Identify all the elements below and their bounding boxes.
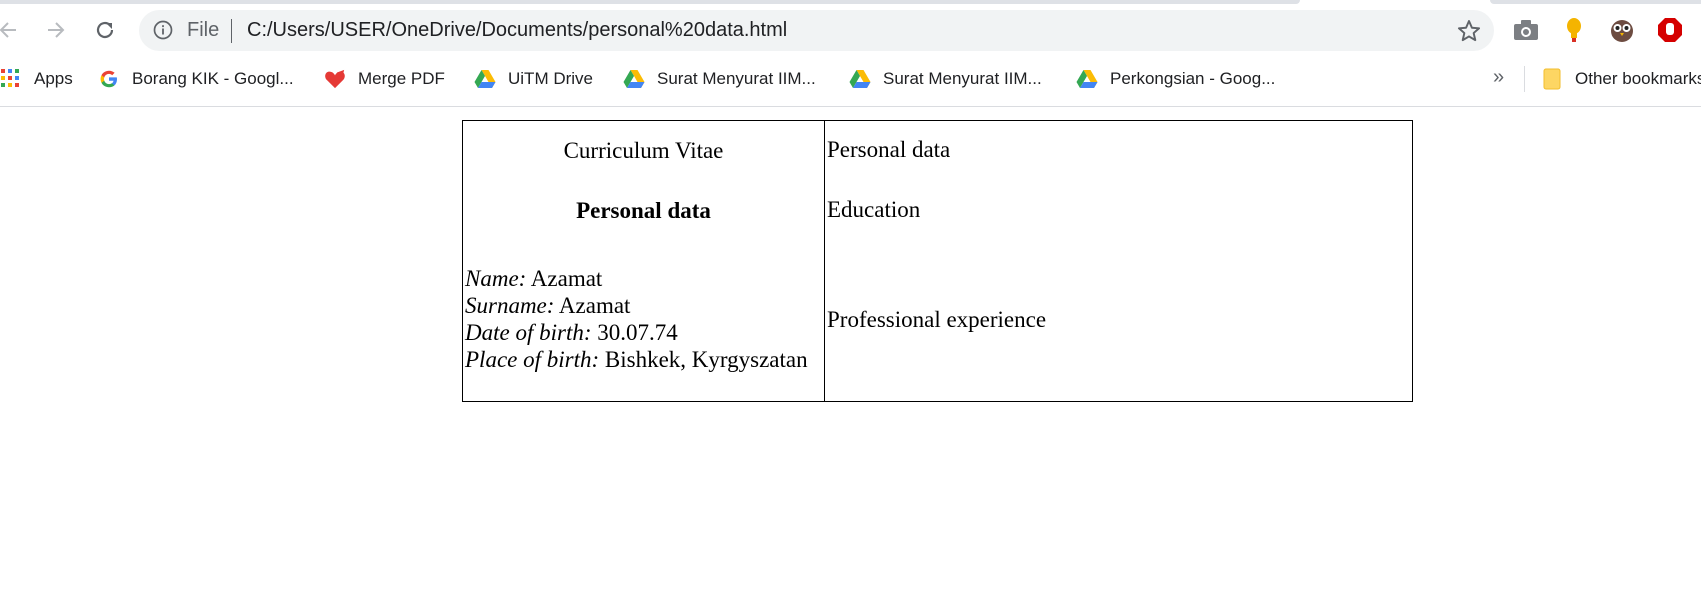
- reload-button[interactable]: [89, 14, 121, 46]
- bookmark-label: Borang KIK - Googl...: [132, 69, 294, 88]
- bookmark-surat-menyurat-2[interactable]: Surat Menyurat IIM...: [849, 64, 1042, 94]
- bookmark-label: Apps: [34, 69, 73, 88]
- bookmark-label: UiTM Drive: [508, 69, 593, 88]
- field-value: Bishkek, Kyrgyszatan: [599, 347, 808, 372]
- cv-table: Curriculum Vitae Personal data Name: Aza…: [462, 120, 1413, 402]
- section-personal-data: Personal data: [827, 137, 951, 162]
- field-label: Name:: [465, 266, 527, 291]
- tab-strip-right: [1490, 0, 1701, 4]
- personal-info-cell: Curriculum Vitae Personal data Name: Aza…: [462, 120, 825, 402]
- field-value: Azamat: [526, 266, 603, 291]
- personal-info-block: Name: Azamat Surname: Azamat Date of bir…: [465, 265, 808, 373]
- bookmark-label: Perkongsian - Goog...: [1110, 69, 1276, 88]
- owl-icon: [1611, 20, 1633, 42]
- google-drive-icon: [1076, 68, 1098, 90]
- sections-cell: Personal data Education Professional exp…: [824, 120, 1413, 402]
- bookmarks-bar: Apps Borang KIK - Googl... Merge PDF UiT…: [0, 62, 1701, 96]
- folder-icon: [1541, 68, 1563, 90]
- section-education: Education: [827, 197, 921, 222]
- heart-pdf-icon: [324, 68, 346, 90]
- star-icon[interactable]: [1456, 18, 1482, 44]
- bookmarks-divider: [1524, 66, 1525, 92]
- bookmark-label: Other bookmarks: [1575, 69, 1701, 88]
- adblock-extension-button[interactable]: [1656, 16, 1684, 44]
- google-g-icon: [98, 68, 120, 90]
- other-bookmarks-folder[interactable]: Other bookmarks: [1541, 64, 1701, 94]
- bookmark-label: Surat Menyurat IIM...: [657, 69, 816, 88]
- highlighter-extension-button[interactable]: [1560, 16, 1588, 44]
- bookmark-perkongsian[interactable]: Perkongsian - Goog...: [1076, 64, 1275, 94]
- field-label: Date of birth:: [465, 320, 592, 345]
- back-button[interactable]: [0, 14, 24, 46]
- apps-grid-icon: [0, 68, 22, 90]
- google-drive-icon: [474, 68, 496, 90]
- more-bookmarks-button[interactable]: »: [1493, 66, 1504, 89]
- camera-extension-button[interactable]: [1512, 16, 1540, 44]
- arrow-right-icon: [48, 22, 65, 38]
- address-bar[interactable]: File C:/Users/USER/OneDrive/Documents/pe…: [139, 10, 1494, 51]
- omnibox-divider: [231, 19, 232, 43]
- bookmark-surat-menyurat-1[interactable]: Surat Menyurat IIM...: [623, 64, 816, 94]
- bookmark-uitm-drive[interactable]: UiTM Drive: [474, 64, 593, 94]
- field-label: Place of birth:: [465, 347, 600, 372]
- field-label: Surname:: [465, 293, 555, 318]
- stop-hand-icon: [1658, 18, 1682, 42]
- forward-button[interactable]: [40, 14, 72, 46]
- google-drive-icon: [849, 68, 871, 90]
- info-row-name: Name: Azamat: [465, 265, 808, 292]
- scheme-label: File: [187, 19, 220, 41]
- field-value: Azamat: [554, 293, 631, 318]
- url-text[interactable]: C:/Users/USER/OneDrive/Documents/persona…: [247, 19, 787, 42]
- camera-icon: [1514, 20, 1538, 40]
- bookmark-label: Merge PDF: [358, 69, 445, 88]
- google-drive-icon: [623, 68, 645, 90]
- bookmark-label: Surat Menyurat IIM...: [883, 69, 1042, 88]
- arrow-left-icon: [0, 22, 16, 38]
- field-value: 30.07.74: [591, 320, 678, 345]
- bookmark-merge-pdf[interactable]: Merge PDF: [324, 64, 445, 94]
- tab-strip: [0, 0, 1300, 4]
- bookmark-apps[interactable]: Apps: [0, 64, 73, 94]
- page-title: Curriculum Vitae: [563, 138, 724, 163]
- browser-chrome: File C:/Users/USER/OneDrive/Documents/pe…: [0, 0, 1701, 107]
- info-row-place-of-birth: Place of birth: Bishkek, Kyrgyszatan: [465, 346, 808, 373]
- bookmark-borang-kik[interactable]: Borang KIK - Googl...: [98, 64, 294, 94]
- info-row-surname: Surname: Azamat: [465, 292, 808, 319]
- section-professional-experience: Professional experience: [827, 307, 1047, 332]
- reload-icon: [96, 21, 114, 39]
- section-heading: Personal data: [576, 198, 711, 223]
- highlighter-icon: [1567, 18, 1581, 42]
- info-row-date-of-birth: Date of birth: 30.07.74: [465, 319, 808, 346]
- owl-extension-button[interactable]: [1608, 16, 1636, 44]
- info-icon[interactable]: [153, 20, 173, 40]
